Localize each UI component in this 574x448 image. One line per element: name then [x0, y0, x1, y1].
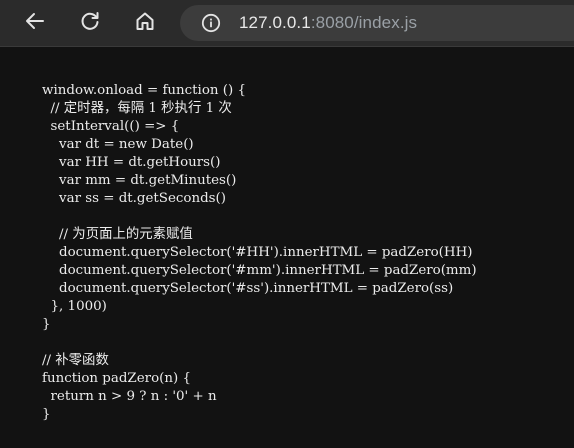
url-host: 127.0.0.1 — [239, 13, 311, 32]
reload-button[interactable] — [73, 6, 107, 40]
url-path: :8080/index.js — [310, 13, 418, 32]
home-icon — [134, 10, 156, 37]
browser-toolbar: 127.0.0.1:8080/index.js — [0, 0, 574, 47]
address-bar[interactable]: 127.0.0.1:8080/index.js — [180, 5, 574, 41]
url-text[interactable]: 127.0.0.1:8080/index.js — [239, 13, 417, 33]
home-button[interactable] — [128, 6, 162, 40]
back-button[interactable] — [18, 6, 52, 40]
reload-icon — [79, 10, 101, 37]
source-code-text: window.onload = function () { // 定时器，每隔 … — [42, 83, 477, 422]
page-content: window.onload = function () { // 定时器，每隔 … — [0, 48, 574, 448]
arrow-left-icon — [24, 10, 46, 37]
info-icon[interactable] — [200, 12, 222, 34]
